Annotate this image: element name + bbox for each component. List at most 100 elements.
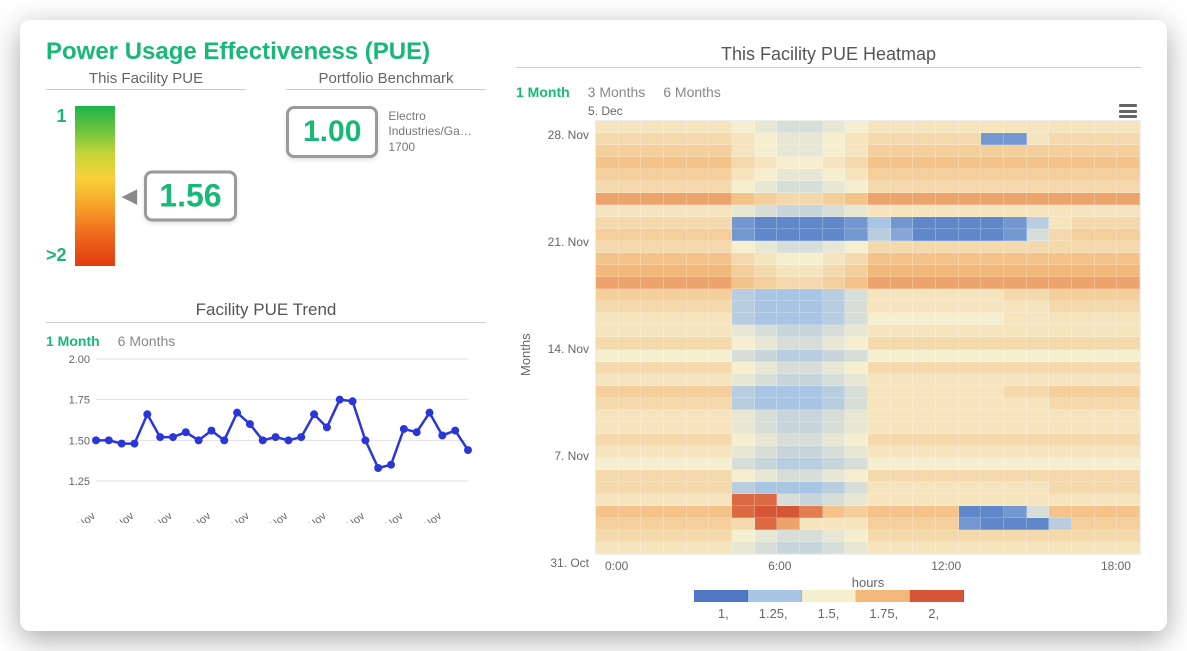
heatmap-cell [1117,350,1140,362]
heatmap-cell [664,386,687,398]
heatmap-cell [1117,374,1140,386]
heatmap-cell [868,386,891,398]
heatmap-cell [959,494,982,506]
heatmap-cell [1027,265,1050,277]
heatmap-cell [1095,542,1118,554]
heatmap-cell [823,145,846,157]
benchmark-title: Portfolio Benchmark [286,70,486,90]
heatmap-cell [777,229,800,241]
tab-1-month[interactable]: 1 Month [516,84,570,100]
heatmap-cell [664,482,687,494]
hamburger-icon[interactable] [1119,104,1137,118]
heatmap-cell [732,121,755,133]
heatmap-cell [641,350,664,362]
heatmap-cell [755,157,778,169]
heatmap-cell [800,494,823,506]
heatmap-cell [709,434,732,446]
heatmap-cell [664,217,687,229]
heatmap-cell [709,386,732,398]
heatmap-cell [981,470,1004,482]
heatmap-cell [845,121,868,133]
heatmap-cell [619,145,642,157]
heatmap-cell [981,157,1004,169]
heatmap-cell [1027,422,1050,434]
tab-3-months[interactable]: 3 Months [588,84,646,100]
gauge-bottom-label: >2 [46,245,67,266]
heatmap-cell [845,374,868,386]
heatmap-cell [1095,398,1118,410]
heatmap-cell [868,289,891,301]
heatmap-cell [641,133,664,145]
heatmap-cell [687,470,710,482]
heatmap-cell [868,181,891,193]
heatmap-cell [845,422,868,434]
heatmap-cell [641,482,664,494]
heatmap-cell [959,169,982,181]
heatmap-cell [732,181,755,193]
heatmap-cell [1027,398,1050,410]
tab-6-months[interactable]: 6 Months [118,333,176,349]
heatmap-cell [1117,301,1140,313]
heatmap-cell [981,145,1004,157]
heatmap-cell [891,169,914,181]
heatmap-cell [913,217,936,229]
heatmap-cell [1027,241,1050,253]
tab-6-months[interactable]: 6 Months [663,84,721,100]
heatmap-cell [641,205,664,217]
heatmap-cell [845,470,868,482]
heatmap-cell [845,398,868,410]
heatmap-cell [800,434,823,446]
heatmap-cell [936,518,959,530]
heatmap-cell [1004,458,1027,470]
heatmap-cell [1027,337,1050,349]
heatmap-cell [1117,518,1140,530]
heatmap-cell [800,133,823,145]
heatmap-cell [1117,325,1140,337]
heatmap-cell [1027,157,1050,169]
heatmap-cell [641,253,664,265]
heatmap-cell [959,350,982,362]
heatmap-cell [913,205,936,217]
heatmap-cell [709,169,732,181]
heatmap-cell [1049,229,1072,241]
heatmap-cell [1095,301,1118,313]
heatmap-cell [687,301,710,313]
heatmap-cell [959,193,982,205]
heatmap-cell [823,386,846,398]
heatmap-cell [687,193,710,205]
heatmap-cell [664,301,687,313]
heatmap-cell [913,181,936,193]
heatmap-cell [687,181,710,193]
tab-1-month[interactable]: 1 Month [46,333,100,349]
heatmap-cell [845,145,868,157]
heatmap-cell [709,494,732,506]
heatmap-cell [777,121,800,133]
heatmap-cell [755,542,778,554]
heatmap-cell [959,301,982,313]
heatmap-cell [1027,482,1050,494]
heatmap-cell [619,157,642,169]
heatmap-cell [619,301,642,313]
heatmap-cell [1004,386,1027,398]
heatmap-cell [936,446,959,458]
heatmap-cell [1117,362,1140,374]
heatmap-cell [1049,205,1072,217]
heatmap-cell [1049,362,1072,374]
heatmap-cell [1027,133,1050,145]
heatmap-cell [1095,157,1118,169]
heatmap-cell [777,422,800,434]
heatmap-cell [913,506,936,518]
heatmap-cell [959,229,982,241]
heatmap-cell [1117,241,1140,253]
heatmap-cell [596,133,619,145]
heatmap-cell [641,289,664,301]
heatmap-cell [981,434,1004,446]
heatmap-cell [755,301,778,313]
heatmap-cell [981,482,1004,494]
heatmap-cell [845,518,868,530]
heatmap-cell [868,398,891,410]
heatmap-cell [687,362,710,374]
heatmap-cell [664,325,687,337]
heatmap-cell [1049,121,1072,133]
heatmap-cell [619,494,642,506]
